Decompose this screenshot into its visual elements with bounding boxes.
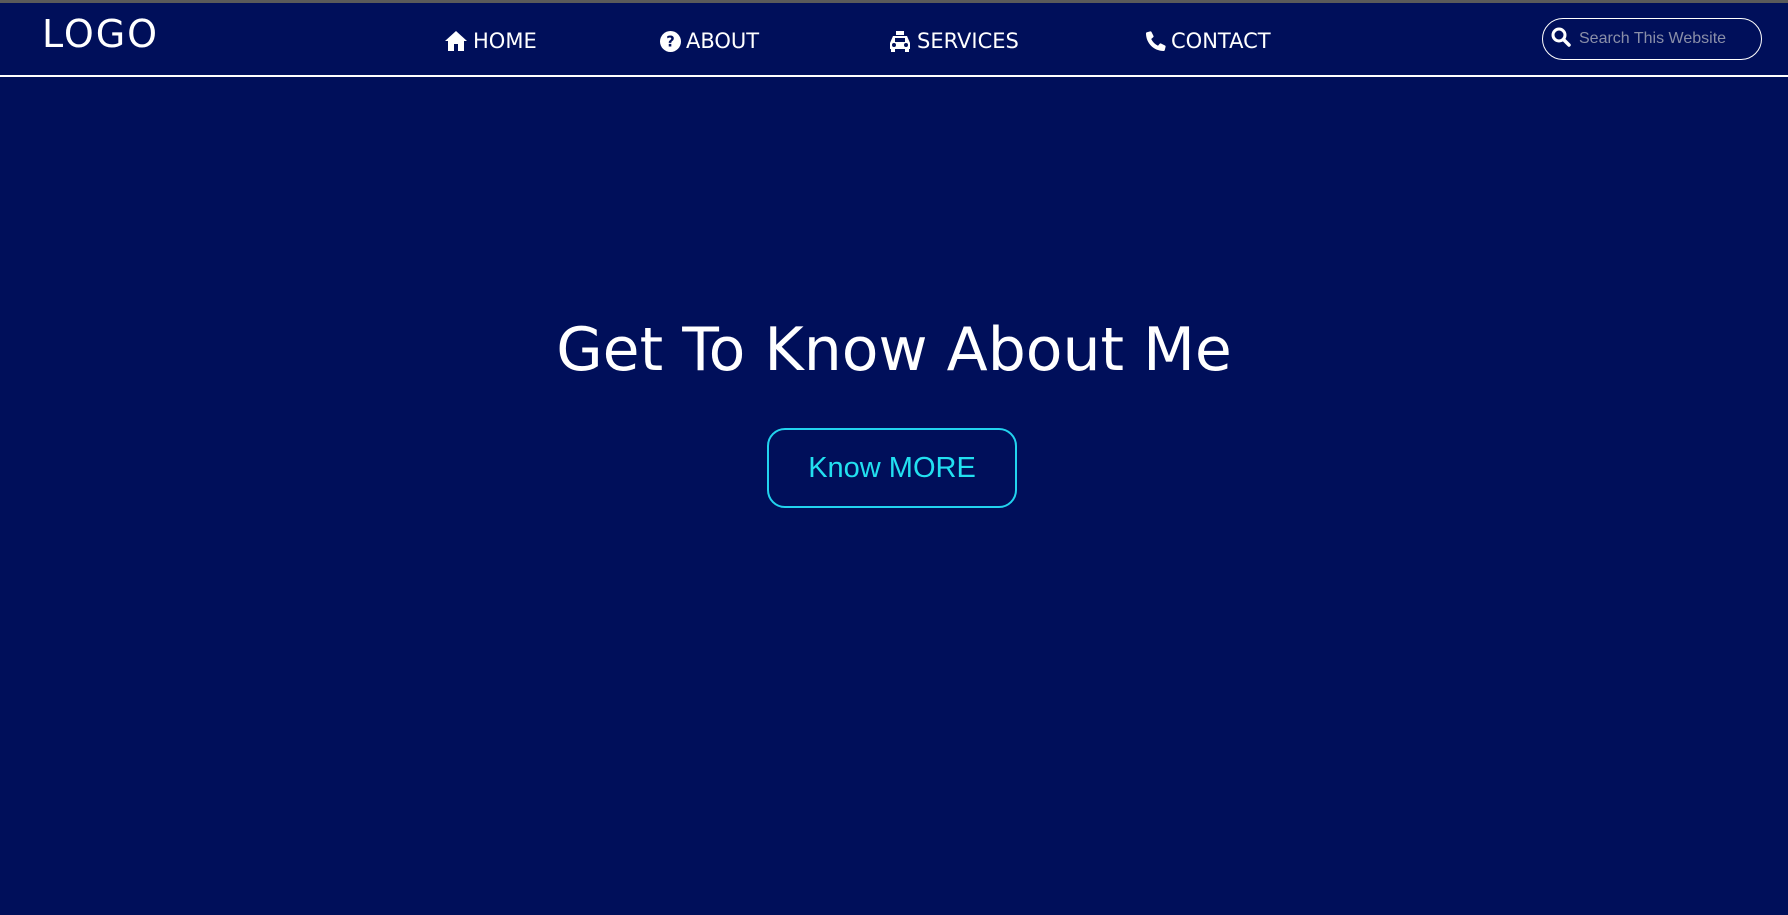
nav-item-home[interactable]: HOME [444, 26, 537, 56]
nav-item-services-label: SERVICES [917, 29, 1019, 53]
nav-item-about[interactable]: ? ABOUT [660, 26, 759, 56]
question-circle-icon: ? [660, 30, 681, 52]
phone-icon [1146, 31, 1166, 51]
taxi-icon [888, 30, 912, 52]
nav-item-contact-label: CONTACT [1171, 29, 1271, 53]
svg-text:?: ? [666, 33, 675, 50]
search-box[interactable] [1542, 18, 1762, 60]
navbar: LOGO HOME ? ABOUT SERVICES CONTACT [0, 3, 1788, 77]
nav-item-services[interactable]: SERVICES [888, 26, 1019, 56]
hero-title: Get To Know About Me [556, 315, 1232, 385]
logo[interactable]: LOGO [42, 11, 159, 57]
nav-item-contact[interactable]: CONTACT [1146, 26, 1271, 56]
know-more-button[interactable]: Know MORE [767, 428, 1017, 508]
nav-item-about-label: ABOUT [686, 29, 760, 53]
search-input[interactable] [1577, 29, 1741, 49]
search-icon[interactable] [1551, 27, 1571, 51]
home-icon [444, 30, 468, 52]
nav-item-home-label: HOME [473, 29, 537, 53]
